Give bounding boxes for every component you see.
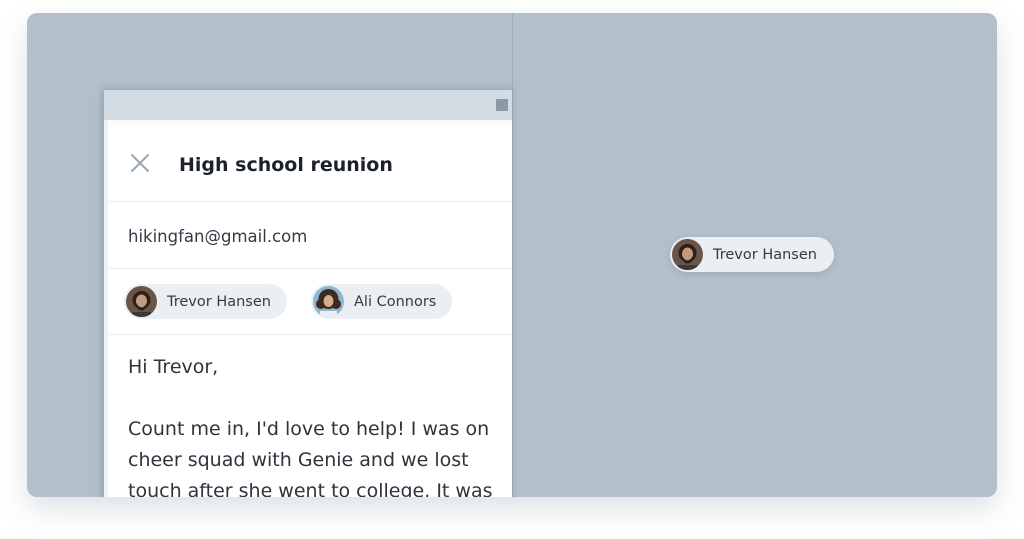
- recipient-chip[interactable]: Ali Connors: [311, 284, 453, 319]
- recipient-chip-label: Trevor Hansen: [167, 293, 271, 310]
- from-field-row[interactable]: hikingfan@gmail.com: [108, 202, 512, 269]
- compose-title: High school reunion: [179, 154, 393, 176]
- device-frame: High school reunion hikingfan@gmail.com …: [104, 90, 512, 497]
- compose-panel: High school reunion hikingfan@gmail.com …: [108, 126, 512, 497]
- close-icon[interactable]: [130, 153, 150, 173]
- device-status-bar: [104, 90, 512, 120]
- recipient-chip-label: Ali Connors: [354, 293, 437, 310]
- man-beard-avatar-icon: [126, 286, 157, 317]
- woman-curly-hair-avatar-icon: [313, 286, 344, 317]
- message-body[interactable]: Hi Trevor, Count me in, I'd love to help…: [128, 352, 512, 497]
- recipients-row: Trevor Hansen Ali Connors: [108, 269, 512, 335]
- dragged-recipient-chip[interactable]: Trevor Hansen: [670, 237, 834, 272]
- from-email: hikingfan@gmail.com: [128, 227, 308, 246]
- status-square-icon: [496, 99, 508, 111]
- stage-divider: [512, 13, 513, 497]
- recipient-chip[interactable]: Trevor Hansen: [124, 284, 287, 319]
- man-beard-avatar-icon: [672, 239, 703, 270]
- demo-stage: High school reunion hikingfan@gmail.com …: [27, 13, 997, 497]
- dragged-chip-label: Trevor Hansen: [713, 246, 817, 263]
- compose-header: High school reunion: [108, 126, 512, 202]
